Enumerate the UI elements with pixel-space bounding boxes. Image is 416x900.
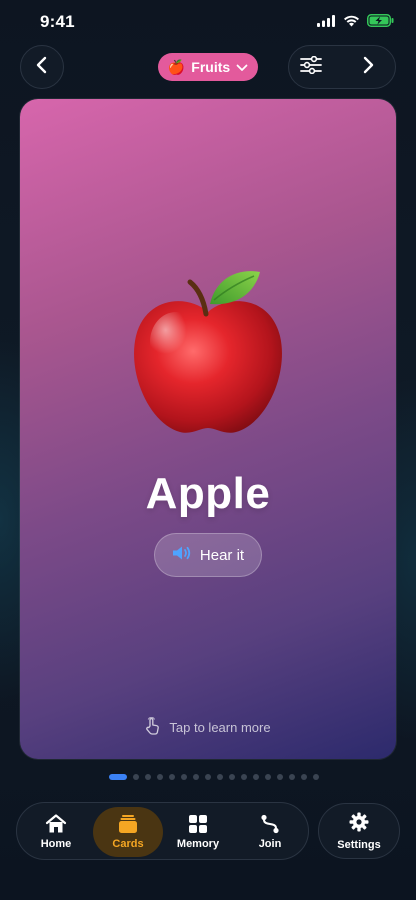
nav-memory[interactable]: Memory xyxy=(163,807,233,857)
settings-label: Settings xyxy=(337,838,381,851)
sliders-icon xyxy=(300,55,322,79)
pagination-dot[interactable] xyxy=(277,774,283,780)
status-bar: 9:41 xyxy=(0,0,416,44)
pagination-dot[interactable] xyxy=(253,774,259,780)
nav-cards[interactable]: Cards xyxy=(93,807,163,857)
pagination-dot-active[interactable] xyxy=(109,774,127,780)
pagination-dot[interactable] xyxy=(169,774,175,780)
flashcard[interactable]: Apple Hear it Tap to learn more xyxy=(20,99,396,759)
chevron-down-icon xyxy=(236,59,248,75)
nav-home[interactable]: Home xyxy=(21,807,91,857)
tap-hand-icon xyxy=(145,716,161,738)
wifi-icon xyxy=(343,14,360,32)
apple-illustration xyxy=(128,264,288,436)
pagination-dot[interactable] xyxy=(265,774,271,780)
tap-hint-label: Tap to learn more xyxy=(169,720,271,735)
home-icon xyxy=(45,814,67,834)
top-actions-group xyxy=(288,45,396,89)
gear-icon xyxy=(349,812,369,835)
pagination-dot[interactable] xyxy=(301,774,307,780)
pagination-dot[interactable] xyxy=(133,774,139,780)
back-button[interactable] xyxy=(20,45,64,89)
status-icons xyxy=(317,14,394,32)
hear-it-label: Hear it xyxy=(199,546,245,564)
chevron-left-icon xyxy=(35,56,49,79)
speaker-icon xyxy=(172,545,192,565)
bottom-nav: Home Cards Memory Join xyxy=(16,802,309,860)
pagination-dot[interactable] xyxy=(289,774,295,780)
nav-home-label: Home xyxy=(40,838,72,850)
pagination-dot[interactable] xyxy=(205,774,211,780)
category-label: Fruits xyxy=(191,59,231,75)
pagination-dot[interactable] xyxy=(241,774,247,780)
grid-icon xyxy=(188,814,208,834)
cellular-signal-icon xyxy=(317,14,336,32)
next-button[interactable] xyxy=(357,56,379,78)
pagination-dot[interactable] xyxy=(229,774,235,780)
apple-emoji-icon: 🍎 xyxy=(167,59,186,75)
category-selector[interactable]: 🍎 Fruits xyxy=(158,53,258,81)
filter-button[interactable] xyxy=(299,55,323,79)
nav-join-label: Join xyxy=(258,838,282,850)
pagination-dots xyxy=(109,774,319,780)
chevron-right-icon xyxy=(362,56,374,79)
battery-charging-icon xyxy=(367,14,394,32)
status-time: 9:41 xyxy=(40,12,75,31)
cards-icon xyxy=(118,814,138,834)
pagination-dot[interactable] xyxy=(193,774,199,780)
pagination-dot[interactable] xyxy=(313,774,319,780)
connect-icon xyxy=(260,814,280,834)
pagination-dot[interactable] xyxy=(181,774,187,780)
pagination-dot[interactable] xyxy=(157,774,163,780)
nav-join[interactable]: Join xyxy=(235,807,305,857)
settings-button[interactable]: Settings xyxy=(318,803,400,859)
nav-memory-label: Memory xyxy=(176,838,220,850)
hear-it-button[interactable]: Hear it xyxy=(154,533,262,577)
tap-hint: Tap to learn more xyxy=(20,716,396,738)
pagination-dot[interactable] xyxy=(217,774,223,780)
word-title: Apple xyxy=(145,469,271,518)
pagination-dot[interactable] xyxy=(145,774,151,780)
nav-cards-label: Cards xyxy=(112,838,144,850)
